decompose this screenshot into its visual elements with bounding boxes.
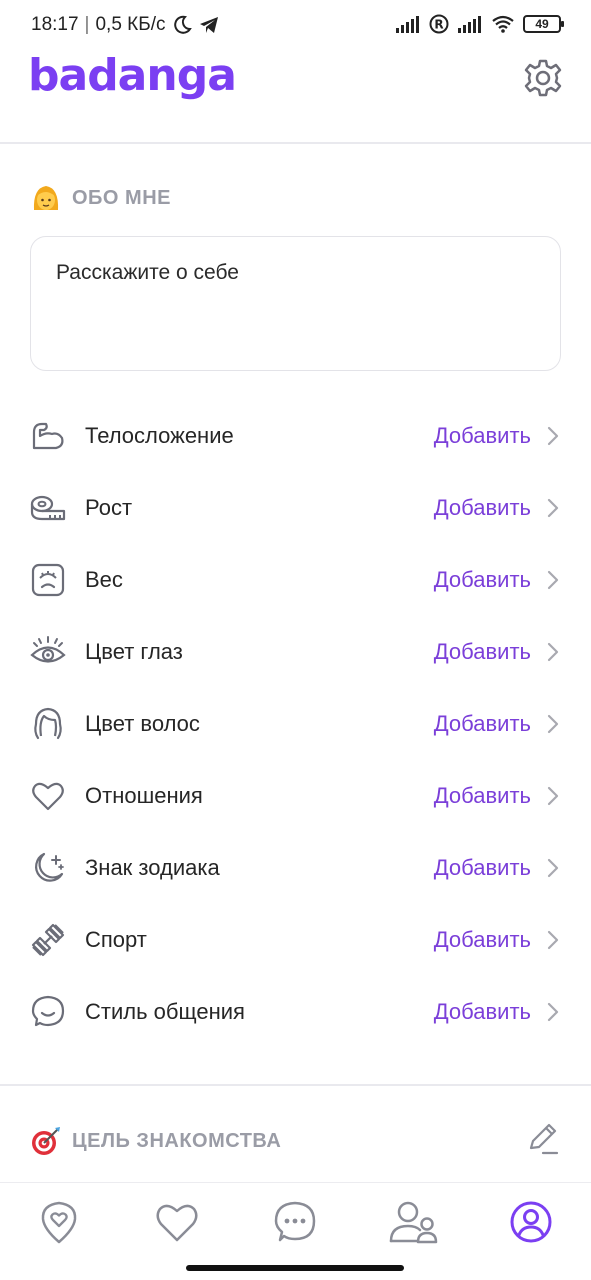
about-textarea[interactable]: Расскажите о себе — [30, 236, 561, 371]
wifi-icon — [492, 15, 514, 33]
row-hair-color[interactable]: Цвет волос Добавить — [0, 688, 591, 760]
svg-text:R: R — [434, 18, 443, 32]
scale-icon — [31, 563, 65, 597]
dumbbell-icon — [31, 923, 65, 957]
signal-icon-2 — [458, 16, 481, 33]
goal-section-title: ЦЕЛЬ ЗНАКОМСТВА — [30, 1125, 281, 1157]
add-link[interactable]: Добавить — [434, 639, 531, 665]
row-label: Отношения — [85, 783, 203, 808]
row-label: Стиль общения — [85, 999, 245, 1024]
header: badanga — [0, 50, 591, 144]
battery-level: 49 — [535, 17, 549, 31]
add-link[interactable]: Добавить — [434, 855, 531, 881]
woman-emoji-icon — [33, 186, 59, 210]
chat-smile-icon — [31, 995, 65, 1027]
chevron-right-icon — [547, 570, 559, 590]
tape-measure-icon — [30, 495, 66, 521]
row-label: Спорт — [85, 927, 147, 952]
battery-icon: 49 — [523, 15, 564, 33]
row-label: Цвет волос — [85, 711, 200, 736]
chevron-right-icon — [547, 858, 559, 878]
add-link[interactable]: Добавить — [434, 783, 531, 809]
status-left: 18:17 | 0,5 КБ/с — [31, 14, 220, 36]
telegram-icon — [199, 17, 218, 33]
moon-icon — [173, 15, 192, 34]
row-body-type[interactable]: Телосложение Добавить — [0, 400, 591, 472]
row-label: Рост — [85, 495, 133, 520]
row-zodiac[interactable]: Знак зодиака Добавить — [0, 832, 591, 904]
signal-icon — [396, 16, 419, 33]
chat-icon[interactable] — [272, 1199, 318, 1245]
users-icon[interactable] — [388, 1199, 440, 1245]
row-label: Вес — [85, 567, 123, 592]
status-bar: 18:17 | 0,5 КБ/с R 49 — [0, 0, 591, 50]
about-title: ОБО МНЕ — [72, 186, 171, 209]
add-link[interactable]: Добавить — [434, 567, 531, 593]
section-divider — [0, 1084, 591, 1086]
moon-stars-icon — [35, 852, 64, 882]
status-network-speed: 0,5 КБ/с — [95, 14, 166, 35]
chevron-right-icon — [547, 642, 559, 662]
row-weight[interactable]: Вес Добавить — [0, 544, 591, 616]
app-logo: badanga — [28, 50, 237, 101]
location-heart-icon[interactable] — [36, 1199, 82, 1245]
chevron-right-icon — [547, 1002, 559, 1022]
row-communication-style[interactable]: Стиль общения Добавить — [0, 976, 591, 1048]
add-link[interactable]: Добавить — [434, 711, 531, 737]
row-height[interactable]: Рост Добавить — [0, 472, 591, 544]
chevron-right-icon — [547, 930, 559, 950]
gear-icon[interactable] — [523, 58, 563, 98]
chevron-right-icon — [547, 786, 559, 806]
status-separator: | — [84, 14, 90, 35]
target-dart-icon — [32, 1127, 60, 1155]
status-right: R 49 — [395, 14, 564, 34]
row-label: Цвет глаз — [85, 639, 183, 664]
heart-icon[interactable] — [154, 1199, 200, 1245]
home-indicator[interactable] — [186, 1265, 404, 1271]
row-sport[interactable]: Спорт Добавить — [0, 904, 591, 976]
add-link[interactable]: Добавить — [434, 423, 531, 449]
arm-muscle-icon — [32, 422, 64, 450]
row-relationship[interactable]: Отношения Добавить — [0, 760, 591, 832]
chevron-right-icon — [547, 426, 559, 446]
add-link[interactable]: Добавить — [434, 927, 531, 953]
chevron-right-icon — [547, 714, 559, 734]
hair-icon — [34, 707, 62, 740]
add-link[interactable]: Добавить — [434, 999, 531, 1025]
row-label: Знак зодиака — [85, 855, 220, 880]
heart-icon — [32, 782, 64, 811]
row-label: Телосложение — [85, 423, 234, 448]
row-eye-color[interactable]: Цвет глаз Добавить — [0, 616, 591, 688]
about-placeholder: Расскажите о себе — [56, 261, 239, 284]
pencil-icon[interactable] — [525, 1122, 559, 1156]
status-time: 18:17 — [31, 14, 79, 35]
about-section-title: ОБО МНЕ — [30, 182, 171, 214]
eye-icon — [30, 636, 66, 663]
add-link[interactable]: Добавить — [434, 495, 531, 521]
roaming-icon: R — [429, 14, 449, 34]
chevron-right-icon — [547, 498, 559, 518]
profile-icon[interactable] — [508, 1199, 554, 1245]
goal-title: ЦЕЛЬ ЗНАКОМСТВА — [72, 1129, 282, 1152]
